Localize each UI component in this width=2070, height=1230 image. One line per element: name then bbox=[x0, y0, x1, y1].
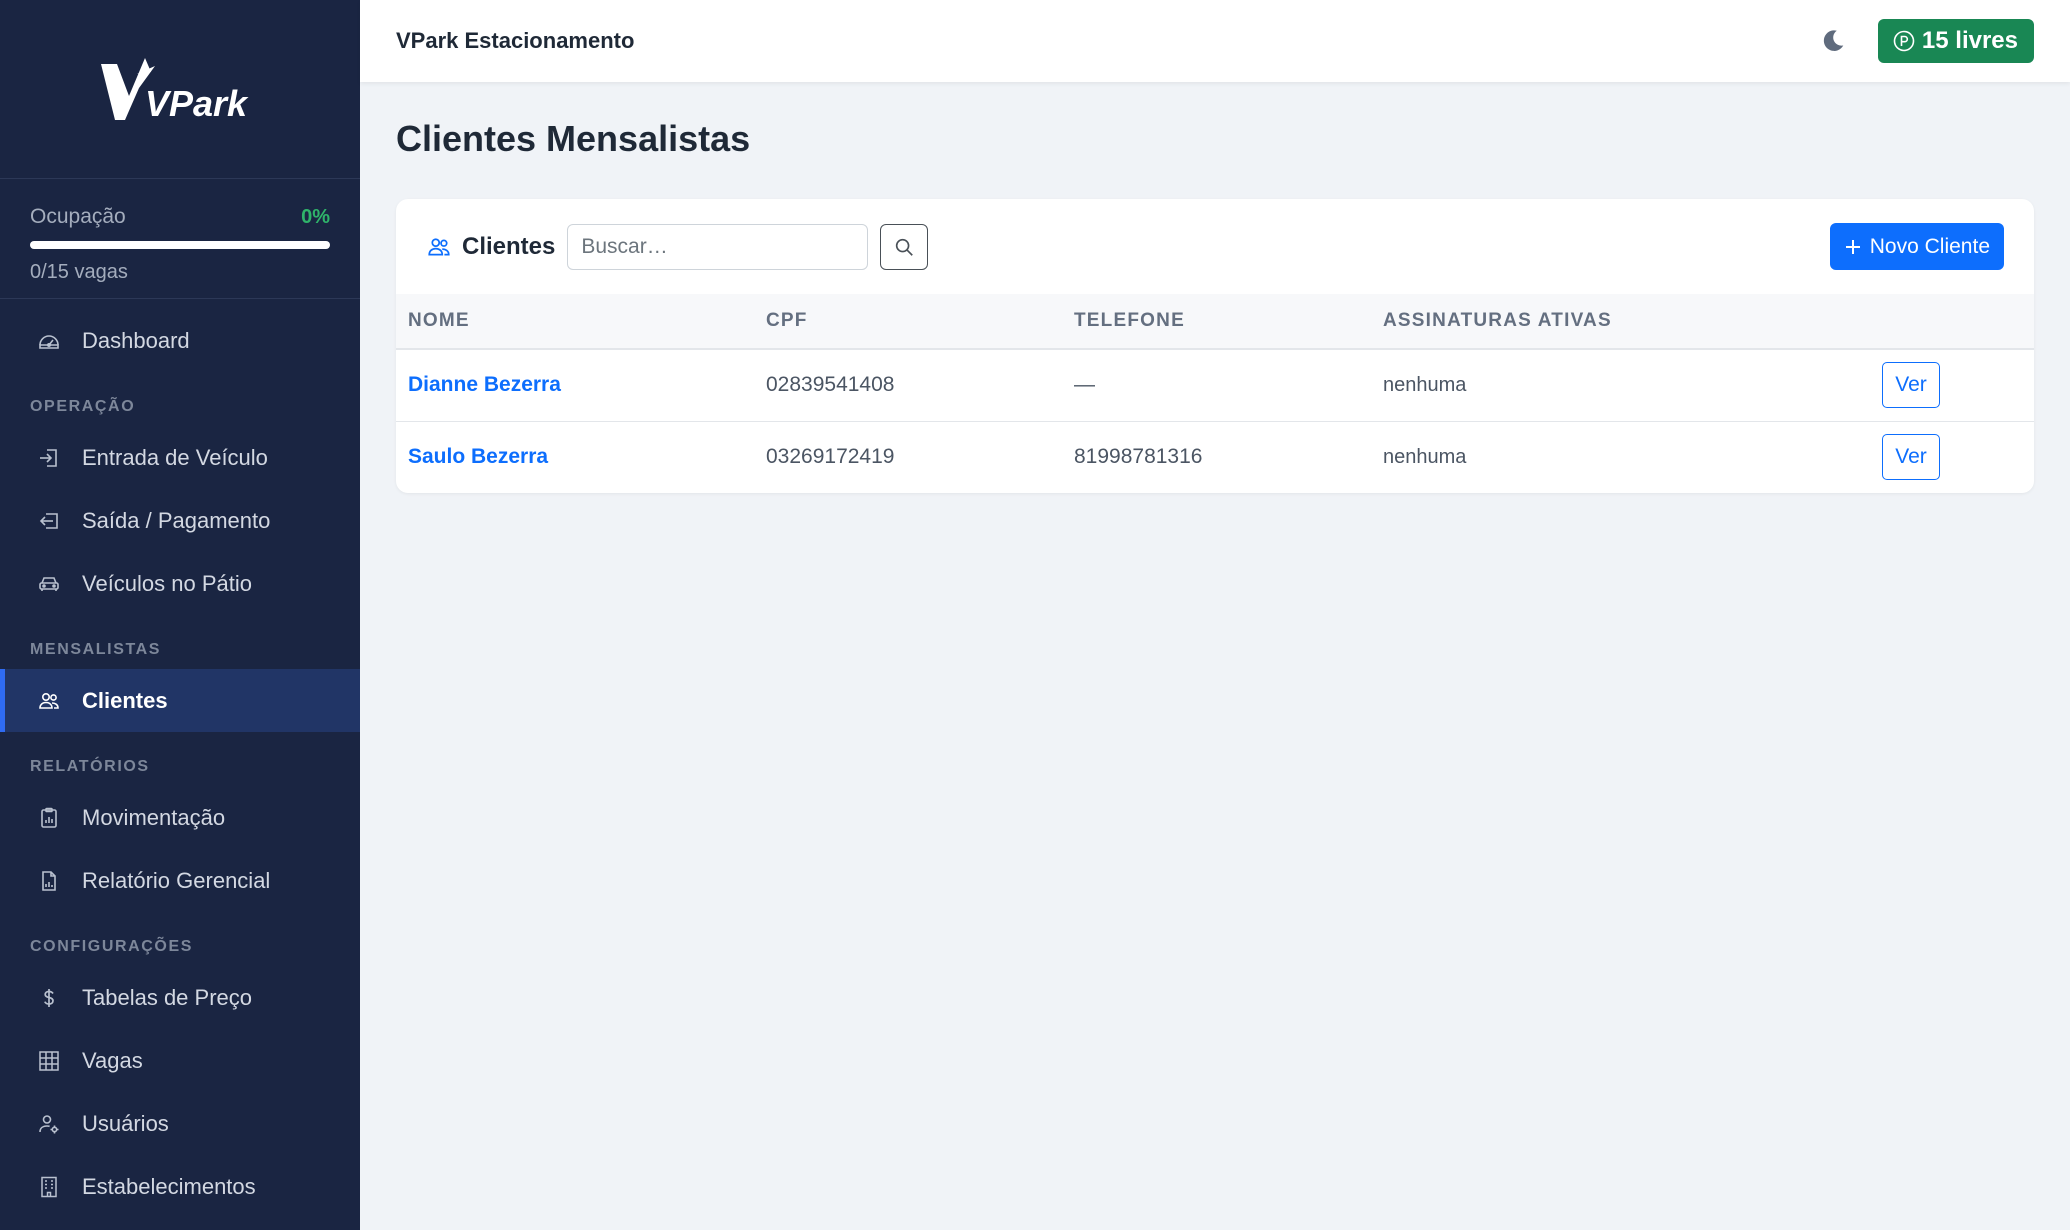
logo-area: VPark bbox=[0, 0, 360, 179]
cell-telefone: — bbox=[1074, 373, 1095, 397]
search-icon bbox=[893, 236, 915, 258]
page-title: Clientes Mensalistas bbox=[396, 118, 751, 159]
clients-table: NOME CPF TELEFONE ASSINATURAS ATIVAS Dia… bbox=[396, 294, 2034, 493]
table-row: Saulo Bezerra 03269172419 81998781316 ne… bbox=[396, 421, 2034, 493]
vpark-logo[interactable]: VPark bbox=[95, 54, 265, 124]
app-title: VPark Estacionamento bbox=[396, 28, 635, 53]
topbar-actions: 15 livres bbox=[1818, 19, 2034, 63]
sidebar-item-veiculos[interactable]: Veículos no Pátio bbox=[0, 552, 360, 615]
clients-card: Clientes Novo Cliente NOME CPF TELE bbox=[396, 199, 2034, 493]
cell-assinaturas: nenhuma bbox=[1383, 373, 1467, 396]
sidebar-item-entrada[interactable]: Entrada de Veículo bbox=[0, 426, 360, 489]
cell-nome: Saulo Bezerra bbox=[396, 421, 766, 493]
clipboard-data-icon bbox=[36, 805, 62, 831]
box-arrow-out-icon bbox=[36, 508, 62, 534]
card-title: Clientes bbox=[426, 233, 555, 261]
cell-nome: Dianne Bezerra bbox=[396, 349, 766, 421]
cell-actions: Ver bbox=[1882, 421, 2034, 493]
sidebar-item-label: Saída / Pagamento bbox=[82, 507, 271, 533]
plus-icon bbox=[1844, 238, 1862, 256]
box-arrow-in-icon bbox=[36, 445, 62, 471]
section-configuracoes: CONFIGURAÇÕES bbox=[30, 938, 194, 955]
dollar-icon bbox=[36, 985, 62, 1011]
card-title-label: Clientes bbox=[462, 232, 556, 260]
main-content: Clientes Mensalistas Clientes Novo Clien… bbox=[360, 82, 2070, 1230]
table-row: Dianne Bezerra 02839541408 — nenhuma Ver bbox=[396, 349, 2034, 421]
column-header-nome[interactable]: NOME bbox=[396, 294, 766, 349]
search-input[interactable] bbox=[567, 223, 869, 270]
sidebar: VPark Ocupação 0% 0/15 vagas Dashboard O… bbox=[0, 0, 360, 1230]
cell-telefone: 81998781316 bbox=[1074, 445, 1203, 469]
sidebar-item-dashboard[interactable]: Dashboard bbox=[0, 309, 360, 372]
view-client-button[interactable]: Ver bbox=[1882, 434, 1940, 481]
occupancy-progress-bar bbox=[30, 241, 330, 249]
speedometer-icon bbox=[36, 328, 62, 354]
section-relatorios: RELATÓRIOS bbox=[30, 758, 150, 775]
sidebar-item-label: Veículos no Pátio bbox=[82, 570, 253, 596]
column-header-assinaturas[interactable]: ASSINATURAS ATIVAS bbox=[1383, 294, 1882, 349]
view-client-button[interactable]: Ver bbox=[1882, 362, 1940, 409]
sidebar-item-vagas[interactable]: Vagas bbox=[0, 1029, 360, 1092]
free-spots-label: 15 livres bbox=[1921, 27, 2018, 54]
column-header-telefone[interactable]: TELEFONE bbox=[1074, 294, 1383, 349]
sidebar-item-saida[interactable]: Saída / Pagamento bbox=[0, 489, 360, 552]
parking-circle-icon bbox=[1892, 29, 1916, 53]
client-name-link[interactable]: Saulo Bezerra bbox=[408, 445, 548, 468]
card-header: Clientes Novo Cliente bbox=[396, 199, 2034, 294]
grid-icon bbox=[36, 1048, 62, 1074]
file-bar-chart-icon bbox=[36, 868, 62, 894]
section-operacao: OPERAÇÃO bbox=[30, 398, 136, 415]
column-header-actions bbox=[1882, 294, 2034, 349]
free-spots-badge: 15 livres bbox=[1877, 19, 2034, 63]
occupancy-spots: 0/15 vagas bbox=[30, 261, 128, 283]
search-button[interactable] bbox=[880, 223, 929, 270]
sidebar-item-label: Dashboard bbox=[82, 327, 190, 353]
sidebar-item-estabelecimentos[interactable]: Estabelecimentos bbox=[0, 1155, 360, 1218]
cell-cpf: 02839541408 bbox=[766, 373, 895, 397]
column-header-cpf[interactable]: CPF bbox=[766, 294, 1074, 349]
people-icon bbox=[426, 234, 452, 260]
new-client-button[interactable]: Novo Cliente bbox=[1829, 223, 2004, 270]
sidebar-item-movimentacao[interactable]: Movimentação bbox=[0, 786, 360, 849]
person-gear-icon bbox=[36, 1111, 62, 1137]
topbar: VPark Estacionamento 15 livres bbox=[360, 0, 2070, 82]
sidebar-nav: Dashboard OPERAÇÃO Entrada de Veículo Sa… bbox=[0, 299, 360, 1218]
sidebar-item-label: Estabelecimentos bbox=[82, 1173, 256, 1199]
occupancy-percent: 0% bbox=[301, 205, 330, 228]
sidebar-item-label: Movimentação bbox=[82, 804, 226, 830]
cell-assinaturas: nenhuma bbox=[1383, 445, 1467, 468]
moon-icon[interactable] bbox=[1818, 26, 1848, 56]
sidebar-item-label: Tabelas de Preço bbox=[82, 984, 252, 1010]
cell-cpf: 03269172419 bbox=[766, 445, 895, 469]
sidebar-item-label: Usuários bbox=[82, 1110, 169, 1136]
cell-actions: Ver bbox=[1882, 349, 2034, 421]
occupancy-panel: Ocupação 0% 0/15 vagas bbox=[0, 179, 360, 299]
sidebar-item-usuarios[interactable]: Usuários bbox=[0, 1092, 360, 1155]
sidebar-item-clientes[interactable]: Clientes bbox=[0, 669, 360, 732]
sidebar-item-label: Clientes bbox=[82, 687, 168, 713]
sidebar-item-label: Entrada de Veículo bbox=[82, 444, 268, 470]
table-header-row: NOME CPF TELEFONE ASSINATURAS ATIVAS bbox=[396, 294, 2034, 349]
logo-text: VPark bbox=[145, 83, 249, 124]
car-icon bbox=[36, 571, 62, 597]
client-name-link[interactable]: Dianne Bezerra bbox=[408, 373, 561, 396]
sidebar-item-relatorio-gerencial[interactable]: Relatório Gerencial bbox=[0, 849, 360, 912]
sidebar-item-tabelas-preco[interactable]: Tabelas de Preço bbox=[0, 966, 360, 1029]
occupancy-label: Ocupação bbox=[30, 205, 126, 228]
new-client-label: Novo Cliente bbox=[1869, 234, 1990, 258]
people-icon bbox=[36, 688, 62, 714]
section-mensalistas: MENSALISTAS bbox=[30, 641, 162, 658]
building-icon bbox=[36, 1174, 62, 1200]
sidebar-item-label: Vagas bbox=[82, 1047, 143, 1073]
sidebar-item-label: Relatório Gerencial bbox=[82, 867, 271, 893]
